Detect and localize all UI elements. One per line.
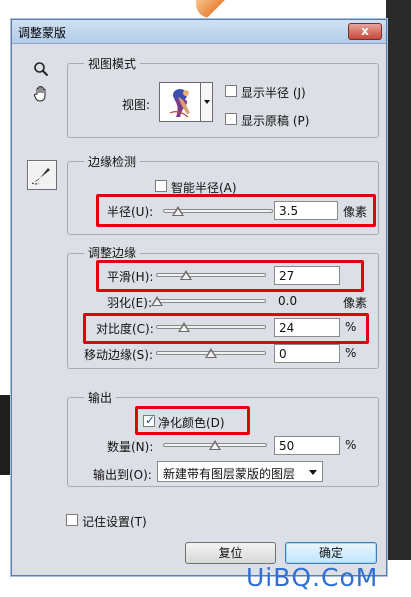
amount-input[interactable]: 50: [274, 436, 340, 455]
highlight-radius: [96, 194, 376, 227]
shift-edge-input[interactable]: 0: [274, 344, 340, 363]
adjust-edge-legend: 调整边缘: [84, 244, 141, 261]
ok-button[interactable]: 确定: [285, 542, 377, 564]
show-radius-label[interactable]: 显示半径 (J): [241, 84, 306, 101]
watermark-text: UiBQ.CoM: [246, 563, 379, 592]
output-legend: 输出: [84, 389, 117, 406]
remember-settings-label[interactable]: 记住设置(T): [82, 513, 147, 530]
view-mode-legend: 视图模式: [84, 55, 141, 72]
show-original-label[interactable]: 显示原稿 (P): [241, 112, 309, 129]
refine-radius-tool[interactable]: [27, 160, 57, 190]
reset-button[interactable]: 复位: [185, 542, 276, 564]
refine-radius-brush-icon: [31, 168, 50, 185]
amount-unit: %: [345, 438, 357, 452]
show-radius-checkbox[interactable]: [225, 85, 237, 97]
feather-value[interactable]: 0.0: [278, 294, 297, 308]
background-canvas-edge-left: [0, 395, 11, 475]
refine-mask-dialog: 调整蒙版 x 视图模式 视图: 显示半径 (J) 显示原稿 (P) 边缘检测 智…: [11, 19, 387, 576]
figure-thumbnail-icon: [169, 89, 190, 118]
background-canvas-edge: [386, 0, 411, 560]
dialog-title: 调整蒙版: [18, 26, 67, 40]
feather-slider-track[interactable]: [156, 299, 266, 303]
output-to-value: 新建带有图层蒙版的图层: [163, 467, 296, 481]
highlight-smooth: [96, 260, 364, 292]
close-button[interactable]: x: [348, 23, 382, 40]
edge-detection-legend: 边缘检测: [84, 153, 141, 170]
view-label: 视图:: [122, 98, 151, 112]
view-mode-dropdown[interactable]: [201, 82, 213, 122]
feather-label: 羽化(E):: [107, 296, 152, 310]
feather-unit: 像素: [343, 296, 368, 310]
smart-radius-checkbox[interactable]: [155, 180, 167, 192]
hand-tool[interactable]: [30, 85, 52, 107]
highlight-decontaminate: [135, 406, 250, 435]
show-original-checkbox[interactable]: [225, 113, 237, 125]
view-mode-group: [67, 63, 379, 138]
background-image-fragment: [196, 0, 230, 18]
output-to-label: 输出到(O):: [93, 468, 152, 482]
hand-icon: [33, 86, 46, 102]
remember-settings-checkbox[interactable]: [66, 514, 78, 526]
magnifier-icon: [34, 62, 49, 77]
chevron-down-icon: [309, 470, 317, 475]
feather-slider-thumb[interactable]: [151, 296, 163, 306]
amount-slider-thumb[interactable]: [209, 440, 221, 450]
view-preview-thumbnail[interactable]: [159, 82, 201, 122]
highlight-contrast: [83, 313, 369, 344]
shift-edge-slider-thumb[interactable]: [205, 348, 217, 358]
amount-label: 数量(N):: [107, 440, 154, 454]
shift-edge-unit: %: [345, 346, 357, 360]
zoom-tool[interactable]: [30, 61, 52, 83]
close-icon: x: [361, 24, 369, 38]
shift-edge-label: 移动边缘(S):: [84, 348, 154, 362]
title-bar[interactable]: 调整蒙版 x: [12, 20, 386, 44]
output-to-select[interactable]: 新建带有图层蒙版的图层: [157, 461, 323, 482]
